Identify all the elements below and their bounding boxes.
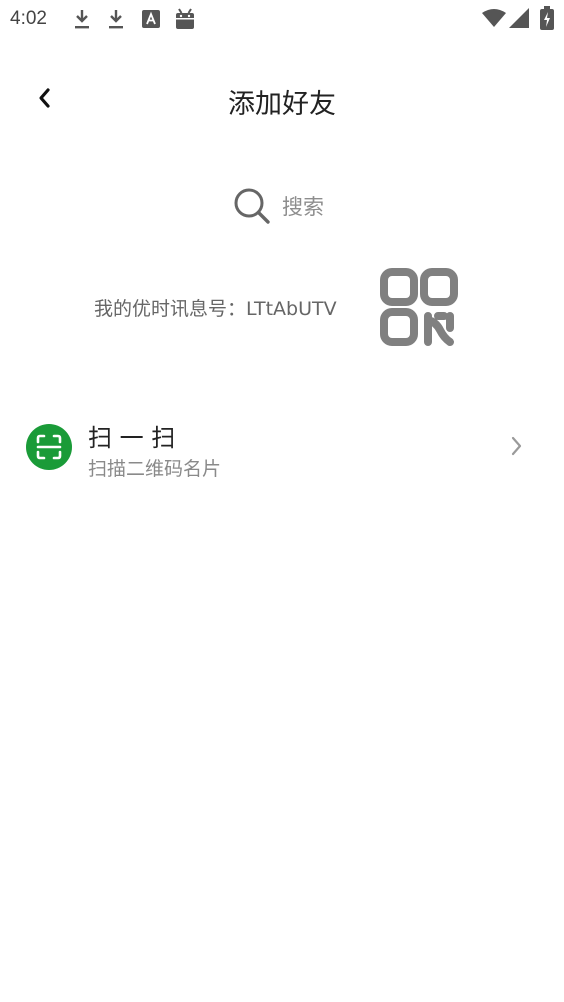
signal-icon <box>509 8 529 28</box>
battery-charging-icon <box>540 6 554 30</box>
qr-code-icon <box>380 268 458 350</box>
download-icon <box>74 8 90 30</box>
scan-title: 扫 一 扫 <box>88 424 176 452</box>
scan-subtitle: 扫描二维码名片 <box>88 458 222 480</box>
font-a-icon <box>142 10 160 28</box>
download-icon <box>108 8 124 30</box>
scan-list-item[interactable]: 扫 一 扫 扫描二维码名片 <box>0 408 564 492</box>
search-placeholder: 搜索 <box>282 195 324 219</box>
add-friend-screen: 4:02 添加好友 搜索 我的优时讯息号：LTtAbUTV 扫 一 扫 扫描二维… <box>0 0 564 1002</box>
chevron-right-icon <box>508 434 524 462</box>
status-bar: 4:02 <box>0 0 564 40</box>
header: 添加好友 <box>0 60 564 140</box>
android-icon <box>174 8 196 30</box>
search-icon <box>232 186 272 226</box>
status-time: 4:02 <box>10 8 47 29</box>
wifi-icon <box>482 9 506 27</box>
scan-icon <box>26 424 72 470</box>
page-title: 添加好友 <box>228 89 336 120</box>
search-input[interactable]: 搜索 <box>232 182 362 230</box>
qr-code-button[interactable] <box>380 268 458 346</box>
my-id-label: 我的优时讯息号：LTtAbUTV <box>94 298 337 320</box>
